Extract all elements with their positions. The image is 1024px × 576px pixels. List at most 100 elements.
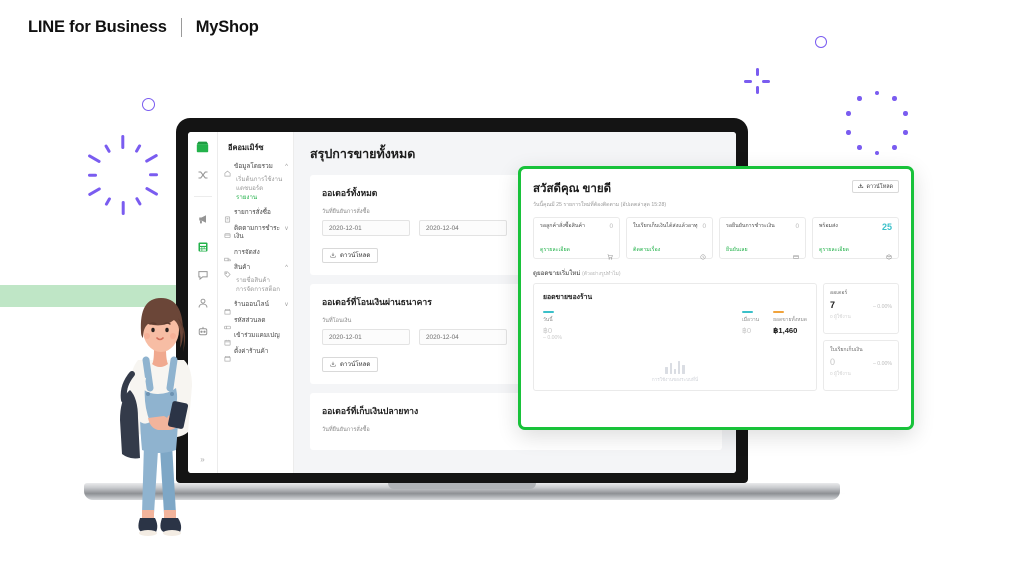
- chevron-down-icon: v: [285, 225, 288, 232]
- sidebar-item-shopsettings[interactable]: ตั้งค่าร้านค้า: [224, 347, 288, 362]
- popup-right-column: ออเดอร์ 7 – 0.00% 0 ผู้ใช้งาน ใบเรียกเก็…: [823, 283, 899, 391]
- sidebar-item-orders[interactable]: รายการสั่งซื้อ: [224, 209, 288, 223]
- sidebar-item-label: ติดตามการชำระเงิน: [234, 224, 280, 241]
- download-label: ดาวน์โหลด: [340, 252, 371, 259]
- right-card-orders: ออเดอร์ 7 – 0.00% 0 ผู้ใช้งาน: [823, 283, 899, 334]
- home-icon: [224, 164, 231, 177]
- popup-download-label: ดาวน์โหลด: [866, 183, 894, 190]
- sidebar-item-discount[interactable]: รหัสส่วนลด: [224, 317, 288, 330]
- sidebar-item-shipping[interactable]: การจัดส่ง: [224, 248, 288, 261]
- sidebar-subitem-dashboard[interactable]: แดชบอร์ด: [236, 184, 288, 193]
- sidebar-subitems-products: รายชื่อสินค้า การจัดการสต็อก: [236, 276, 288, 294]
- sidebar-subitem-report[interactable]: รายงาน: [236, 193, 288, 202]
- megaphone-icon[interactable]: [195, 211, 210, 226]
- sidebar-item-label: สินค้า: [234, 264, 251, 272]
- tile-label: รอลูกค้าสั่งซื้อสินค้า: [540, 223, 585, 229]
- truck-icon: [224, 250, 231, 261]
- download-icon: [330, 252, 336, 258]
- store-icon[interactable]: [195, 139, 210, 154]
- tile-link[interactable]: ติดตามเรื่อง: [633, 246, 660, 254]
- clock-icon: [700, 247, 706, 260]
- sidebar-subitem-stock[interactable]: การจัดการสต็อก: [236, 285, 288, 294]
- brand-name: LINE for Business: [28, 18, 167, 36]
- sidebar-item-label: ตั้งค่าร้านค้า: [234, 347, 269, 355]
- popup-subtitle: วันนี้คุณมี 25 รายการใหม่ที่ต้องติดตาม (…: [533, 202, 667, 208]
- dot-ring-decoration: [840, 86, 914, 160]
- card-icon: [793, 247, 799, 259]
- tile-invoice-sent[interactable]: ใบเรียกเก็บเงินได้ส่งแล้วอาทุ 0 ติดตามเร…: [626, 217, 713, 260]
- kpi-color-bar: [742, 311, 754, 313]
- kpi-yesterday: เมื่อวาน ฿0: [742, 311, 759, 335]
- chart-title: ยอดขายของร้าน: [543, 294, 593, 301]
- kpi-today: วันนี้ ฿0 – 0.00%: [543, 311, 562, 341]
- tile-ready-to-ship[interactable]: พร้อมส่ง 25 ดูรายละเอียด: [812, 217, 899, 260]
- section-label-text: ดูยอดขายเริ่มใหม่: [533, 270, 581, 277]
- download-label: ดาวน์โหลด: [340, 361, 371, 368]
- kpi-label: เมื่อวาน: [742, 316, 760, 323]
- kpi-color-bar: [773, 311, 785, 313]
- sidebar-item-campaign[interactable]: เข้าร่วมแคมเปญ: [224, 332, 288, 346]
- tile-link[interactable]: ดูรายละเอียด: [819, 246, 849, 254]
- download-button[interactable]: ดาวน์โหลด: [322, 247, 379, 263]
- burst-decoration: [60, 112, 186, 238]
- tile-awaiting-order[interactable]: รอลูกค้าสั่งซื้อสินค้า 0 ดูรายละเอียด: [533, 217, 620, 260]
- sidebar-item-label: เข้าร่วมแคมเปญ: [234, 332, 280, 340]
- download-icon: [858, 183, 864, 191]
- tile-label: ใบเรียกเก็บเงินได้ส่งแล้วอาทุ: [633, 223, 698, 229]
- date-to-input[interactable]: 2020-12-04: [419, 220, 507, 236]
- date-from-input[interactable]: 2020-12-01: [322, 329, 410, 345]
- sidebar-subitem-getstarted[interactable]: เริ่มต้นการใช้งาน: [236, 175, 288, 184]
- campaign-icon: [224, 333, 231, 346]
- circle-decoration-right: [815, 36, 827, 48]
- sidebar-item-payment[interactable]: ติดตามการชำระเงิน v: [224, 225, 288, 242]
- sales-chart-card: ยอดขายของร้าน วันนี้ ฿0 – 0.00% เมื่อวาน…: [533, 283, 817, 391]
- kpi-value: ฿1,460: [773, 325, 798, 335]
- sidebar-title: อีคอมเมิร์ซ: [228, 143, 264, 152]
- settings-icon: [224, 349, 231, 362]
- right-card-sub: 0 ผู้ใช้งาน: [830, 372, 851, 377]
- download-button[interactable]: ดาวน์โหลด: [322, 356, 379, 372]
- right-card-value: 0: [830, 357, 836, 367]
- tile-awaiting-payment[interactable]: รอยืนยันการชำระเงิน 0 ยืนยันเลย: [719, 217, 806, 259]
- sidebar-item-onlineshop[interactable]: ร้านออนไลน์ v: [224, 301, 288, 315]
- kpi-value: ฿0: [742, 325, 752, 335]
- right-card-delta: – 0.00%: [872, 361, 892, 367]
- page-title: สรุปการขายทั้งหมด: [310, 147, 416, 161]
- kpi-label: ยอดขายทั้งหมด: [773, 316, 807, 323]
- shop-icon: [224, 302, 231, 315]
- rail-divider: [193, 196, 212, 197]
- popup-section-label: ดูยอดขายเริ่มใหม่ (ตัวอย่างรูปทำไม): [533, 268, 899, 278]
- sidebar-item-label: รายการสั่งซื้อ: [234, 209, 271, 217]
- kpi-delta: – 0.00%: [543, 334, 563, 341]
- cart-icon: [607, 247, 613, 260]
- tile-value: 25: [881, 222, 892, 232]
- popup-download-button[interactable]: ดาวน์โหลด: [852, 180, 899, 193]
- cross-decoration: [744, 68, 770, 94]
- calculator-icon[interactable]: [195, 239, 210, 254]
- chevron-up-icon: ^: [285, 164, 288, 170]
- tile-value: 0: [702, 223, 706, 230]
- popup-title: สวัสดีคุณ ขายดี: [533, 183, 612, 195]
- dashboard-popup: สวัสดีคุณ ขายดี วันนี้คุณมี 25 รายการใหม…: [518, 166, 914, 430]
- wallet-icon: [224, 226, 231, 238]
- date-from-input[interactable]: 2020-12-01: [322, 220, 410, 236]
- sidebar-subitem-productlist[interactable]: รายชื่อสินค้า: [236, 276, 288, 285]
- right-card-delta: – 0.00%: [872, 304, 892, 310]
- sidebar-item-products[interactable]: สินค้า ^: [224, 264, 288, 278]
- sidebar-subitems-overview: เริ่มต้นการใช้งาน แดชบอร์ด รายงาน: [236, 175, 288, 202]
- tile-link[interactable]: ดูรายละเอียด: [540, 246, 570, 254]
- sidebar-item-overview[interactable]: ข้อมูลโดยรวม ^: [224, 163, 288, 177]
- right-card-value: 7: [830, 300, 836, 310]
- product-name: MyShop: [195, 18, 259, 36]
- kpi-color-bar: [543, 311, 554, 313]
- tile-link[interactable]: ยืนยันเลย: [726, 246, 748, 254]
- popup-lower: ยอดขายของร้าน วันนี้ ฿0 – 0.00% เมื่อวาน…: [533, 283, 899, 391]
- sidebar-item-label: การจัดส่ง: [234, 248, 260, 256]
- right-card-label: ใบเรียกเก็บเงิน: [830, 347, 863, 353]
- tile-value: 0: [609, 223, 613, 230]
- brand-header: LINE for Business MyShop: [28, 18, 259, 37]
- date-to-input[interactable]: 2020-12-04: [419, 329, 507, 345]
- sidebar-item-label: ข้อมูลโดยรวม: [234, 163, 273, 170]
- empty-caption: การใช้งานของระบบที่นี่: [651, 377, 699, 382]
- shuffle-icon[interactable]: [195, 167, 210, 182]
